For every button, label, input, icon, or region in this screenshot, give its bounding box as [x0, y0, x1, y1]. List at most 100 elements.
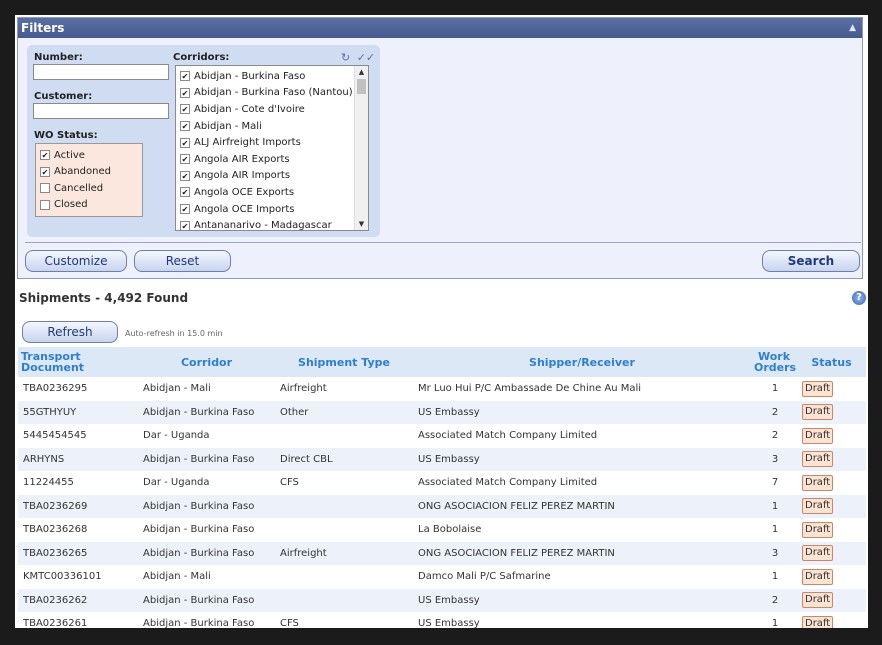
- checkbox-icon[interactable]: [180, 204, 190, 215]
- customer-input[interactable]: [33, 103, 169, 119]
- corridor-scrollbar[interactable]: ▲ ▼: [354, 66, 368, 230]
- checkbox-icon[interactable]: [180, 121, 190, 132]
- column-shipment-type[interactable]: Shipment Type: [275, 347, 413, 377]
- cell-corridor: Abidjan - Mali: [138, 565, 275, 589]
- collapse-icon[interactable]: ▲: [849, 18, 856, 38]
- column-corridor[interactable]: Corridor: [138, 347, 275, 377]
- checkbox-icon[interactable]: [180, 154, 190, 165]
- cell-shipper-receiver: US Embassy: [413, 612, 751, 628]
- checkbox-icon[interactable]: [180, 137, 190, 148]
- auto-refresh-text: Auto-refresh in 15.0 min: [125, 329, 223, 338]
- table-row[interactable]: KMTC00336101 Abidjan - Mali Damco Mali P…: [18, 565, 866, 589]
- table-row[interactable]: TBA0236269 Abidjan - Burkina Faso ONG AS…: [18, 494, 866, 518]
- cell-corridor: Dar - Uganda: [138, 424, 275, 448]
- cell-transport-document[interactable]: TBA0236268: [18, 518, 138, 542]
- cell-transport-document[interactable]: TBA0236269: [18, 494, 138, 518]
- table-row[interactable]: 5445454545 Dar - Uganda Associated Match…: [18, 424, 866, 448]
- cell-transport-document[interactable]: ARHYNS: [18, 447, 138, 471]
- corridor-item[interactable]: Angola AIR Exports: [176, 151, 354, 168]
- refresh-icon[interactable]: ↻: [341, 51, 350, 64]
- corridors-label: Corridors:: [173, 52, 230, 63]
- shipments-title: Shipments - 4,492 Found: [19, 291, 189, 305]
- corridor-item[interactable]: Abidjan - Burkina Faso: [176, 68, 354, 85]
- scroll-down-icon[interactable]: ▼: [355, 218, 368, 230]
- cell-shipment-type: Direct CBL: [275, 447, 413, 471]
- cell-shipper-receiver: ONG ASOCIACION FELIZ PEREZ MARTIN: [413, 541, 751, 565]
- cell-corridor: Abidjan - Burkina Faso: [138, 494, 275, 518]
- reset-button[interactable]: Reset: [134, 250, 231, 272]
- cell-shipment-type: Airfreight: [275, 541, 413, 565]
- table-row[interactable]: ARHYNS Abidjan - Burkina Faso Direct CBL…: [18, 447, 866, 471]
- status-badge: Draft: [802, 592, 834, 609]
- refresh-button[interactable]: Refresh: [22, 321, 118, 343]
- corridor-item[interactable]: Abidjan - Cote d'Ivoire: [176, 101, 354, 118]
- scroll-thumb[interactable]: [357, 79, 366, 94]
- cell-transport-document[interactable]: KMTC00336101: [18, 565, 138, 589]
- cell-work-orders: 3: [751, 447, 797, 471]
- table-row[interactable]: TBA0236261 Abidjan - Burkina Faso CFS US…: [18, 612, 866, 628]
- number-input[interactable]: [33, 64, 169, 80]
- cell-shipper-receiver: Associated Match Company Limited: [413, 471, 751, 495]
- checkbox-icon[interactable]: [40, 183, 50, 194]
- status-badge: Draft: [802, 427, 834, 444]
- corridor-item[interactable]: Angola OCE Imports: [176, 201, 354, 218]
- corridor-list[interactable]: Abidjan - Burkina Faso Abidjan - Burkina…: [175, 65, 369, 231]
- checkbox-icon[interactable]: [180, 170, 190, 181]
- cell-shipper-receiver: US Embassy: [413, 588, 751, 612]
- cell-shipment-type: [275, 518, 413, 542]
- checkbox-icon[interactable]: [180, 87, 190, 98]
- filters-panel: Filters ▲ Number: Customer: WO Status: A…: [17, 17, 863, 279]
- table-row[interactable]: TBA0236262 Abidjan - Burkina Faso US Emb…: [18, 588, 866, 612]
- column-work-orders[interactable]: Work Orders: [751, 347, 797, 377]
- cell-transport-document[interactable]: 11224455: [18, 471, 138, 495]
- cell-shipment-type: Other: [275, 400, 413, 424]
- cell-shipment-type: CFS: [275, 471, 413, 495]
- cell-transport-document[interactable]: 55GTHYUY: [18, 400, 138, 424]
- table-row[interactable]: 55GTHYUY Abidjan - Burkina Faso Other US…: [18, 400, 866, 424]
- scroll-up-icon[interactable]: ▲: [355, 66, 368, 78]
- cell-corridor: Abidjan - Burkina Faso: [138, 612, 275, 628]
- corridor-item[interactable]: Angola AIR Imports: [176, 168, 354, 185]
- cell-work-orders: 1: [751, 494, 797, 518]
- wo-status-abandoned[interactable]: Abandoned: [36, 164, 142, 181]
- cell-shipment-type: [275, 588, 413, 612]
- table-row[interactable]: TBA0236268 Abidjan - Burkina Faso La Bob…: [18, 518, 866, 542]
- column-status[interactable]: Status: [797, 347, 866, 377]
- checkbox-icon[interactable]: [180, 71, 190, 82]
- cell-transport-document[interactable]: TBA0236295: [18, 377, 138, 401]
- cell-work-orders: 1: [751, 565, 797, 589]
- cell-transport-document[interactable]: TBA0236265: [18, 541, 138, 565]
- cell-corridor: Dar - Uganda: [138, 471, 275, 495]
- corridor-item[interactable]: Antananarivo - Madagascar: [176, 217, 354, 230]
- cell-work-orders: 1: [751, 518, 797, 542]
- table-row[interactable]: 11224455 Dar - Uganda CFS Associated Mat…: [18, 471, 866, 495]
- filters-header[interactable]: Filters ▲: [18, 18, 862, 38]
- checkbox-icon[interactable]: [40, 166, 50, 177]
- checkbox-icon[interactable]: [40, 199, 50, 210]
- cell-transport-document[interactable]: TBA0236261: [18, 612, 138, 628]
- cell-shipment-type: [275, 565, 413, 589]
- wo-status-cancelled[interactable]: Cancelled: [36, 180, 142, 197]
- cell-transport-document[interactable]: 5445454545: [18, 424, 138, 448]
- search-button[interactable]: Search: [762, 250, 860, 272]
- check-all-icon[interactable]: ✓✓: [357, 51, 375, 64]
- wo-status-active[interactable]: Active: [36, 147, 142, 164]
- cell-work-orders: 1: [751, 612, 797, 628]
- customize-button[interactable]: Customize: [25, 250, 127, 272]
- checkbox-icon[interactable]: [180, 104, 190, 115]
- corridor-item[interactable]: Angola OCE Exports: [176, 184, 354, 201]
- help-icon[interactable]: ?: [852, 291, 866, 305]
- wo-status-closed[interactable]: Closed: [36, 197, 142, 214]
- checkbox-icon[interactable]: [40, 150, 50, 161]
- corridor-item[interactable]: Abidjan - Burkina Faso (Nantou): [176, 85, 354, 102]
- table-row[interactable]: TBA0236265 Abidjan - Burkina Faso Airfre…: [18, 541, 866, 565]
- status-badge: Draft: [802, 615, 834, 628]
- checkbox-icon[interactable]: [180, 187, 190, 198]
- column-transport-document[interactable]: Transport Document: [18, 347, 138, 377]
- corridor-item[interactable]: ALJ Airfreight Imports: [176, 134, 354, 151]
- checkbox-icon[interactable]: [180, 220, 190, 230]
- cell-transport-document[interactable]: TBA0236262: [18, 588, 138, 612]
- corridor-item[interactable]: Abidjan - Mali: [176, 118, 354, 135]
- table-row[interactable]: TBA0236295 Abidjan - Mali Airfreight Mr …: [18, 377, 866, 401]
- column-shipper-receiver[interactable]: Shipper/Receiver: [413, 347, 751, 377]
